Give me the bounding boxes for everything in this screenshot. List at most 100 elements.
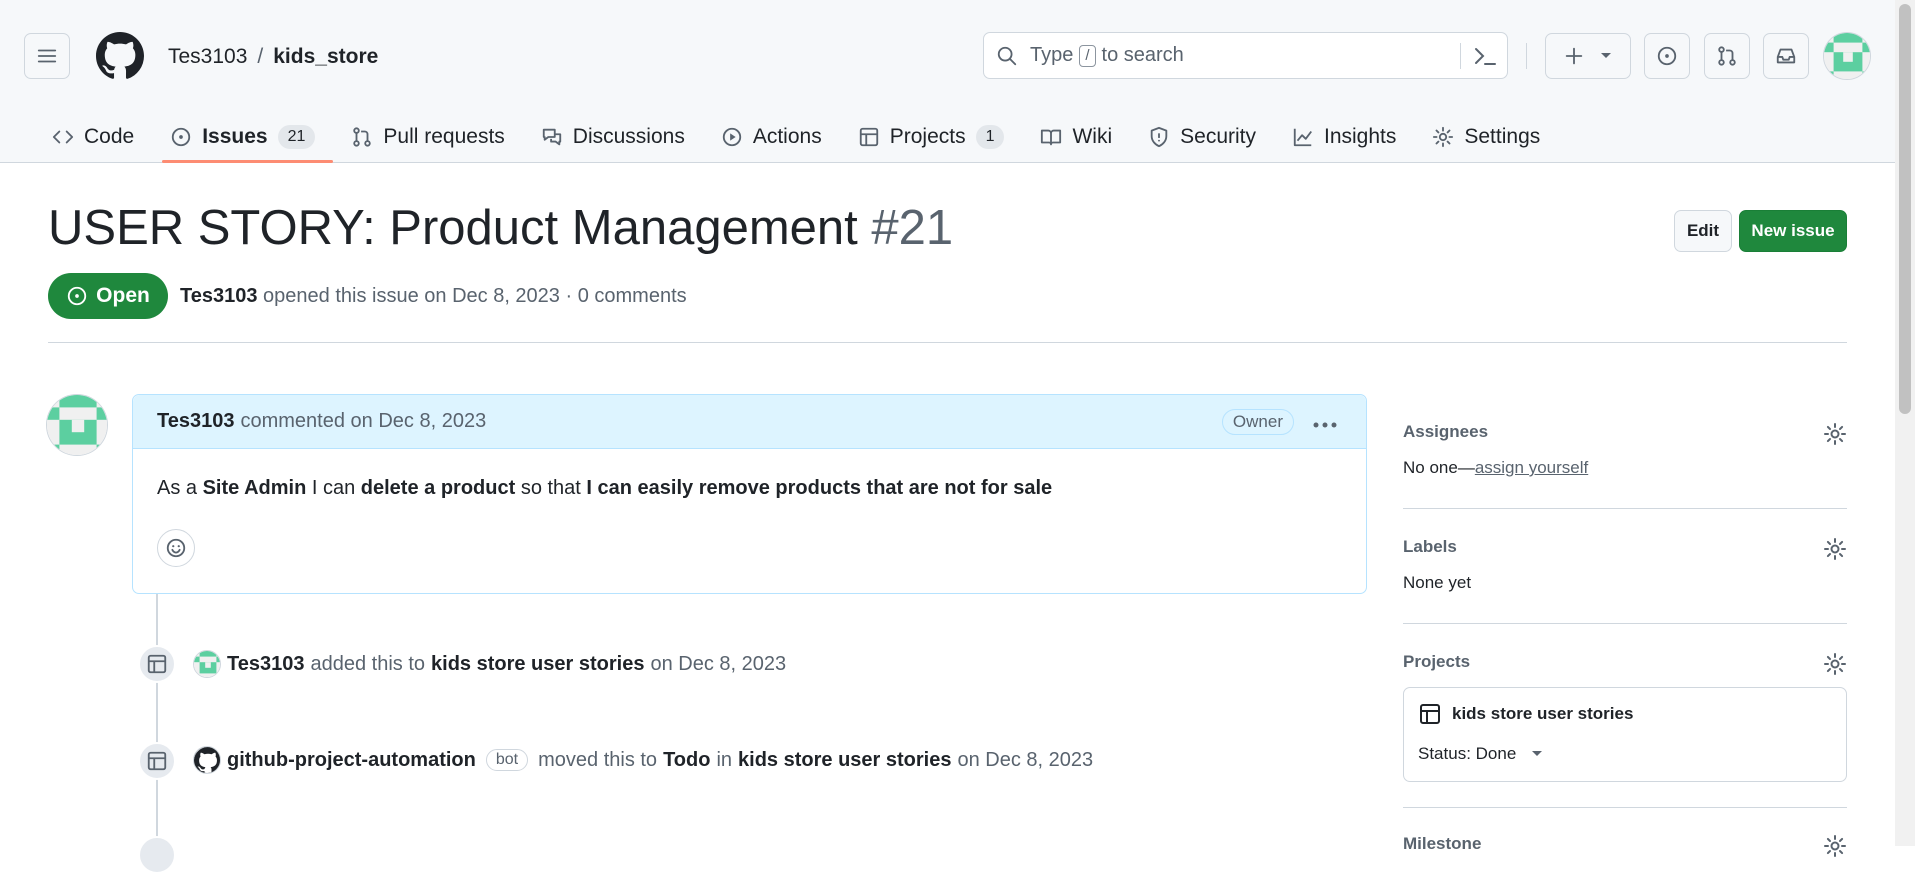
comment-text: so that: [515, 477, 587, 499]
assign-yourself-link[interactable]: assign yourself: [1475, 458, 1588, 477]
header-divider: [1526, 43, 1527, 69]
search-placeholder-prefix: Type: [1030, 44, 1074, 66]
pull-request-icon: [353, 127, 372, 147]
tab-pull-requests[interactable]: Pull requests: [333, 112, 522, 162]
event-date[interactable]: on Dec 8, 2023: [957, 749, 1093, 772]
search-shortcut-key: /: [1079, 44, 1096, 67]
issues-button[interactable]: [1644, 33, 1690, 79]
gear-icon: [1433, 126, 1454, 148]
issue-author-link[interactable]: Tes3103: [180, 285, 257, 307]
github-logo-icon[interactable]: [96, 32, 144, 85]
code-icon: [52, 130, 74, 144]
issue-number: #21: [871, 201, 954, 255]
tab-code[interactable]: Code: [34, 112, 152, 162]
triangle-down-icon: [1532, 751, 1543, 756]
header-divider-line: [48, 342, 1847, 343]
tab-issues[interactable]: Issues 21: [152, 112, 334, 163]
tab-label: Issues: [202, 125, 268, 148]
tab-label: Wiki: [1072, 125, 1113, 148]
tab-label: Code: [84, 125, 135, 148]
user-avatar[interactable]: [1823, 32, 1871, 80]
sidebar-projects: Projects: [1403, 652, 1847, 675]
timeline-event: github-project-automation bot moved this…: [193, 746, 1093, 774]
bot-avatar[interactable]: [193, 746, 221, 774]
scrollbar-thumb[interactable]: [1899, 4, 1911, 414]
assignees-value: No one—assign yourself: [1403, 458, 1847, 478]
tab-security[interactable]: Security: [1130, 112, 1274, 162]
repo-name-link[interactable]: kids_store: [273, 45, 378, 68]
project-link[interactable]: kids store user stories: [738, 749, 951, 772]
project-name[interactable]: kids store user stories: [1418, 702, 1633, 726]
identicon-avatar: [194, 651, 220, 677]
tab-wiki[interactable]: Wiki: [1022, 112, 1130, 162]
comment-body: As a Site Admin I can delete a product s…: [133, 449, 1366, 500]
timeline-line: [156, 594, 158, 846]
kebab-horizontal-icon: [1313, 422, 1337, 428]
tab-label: Projects: [889, 125, 966, 148]
comment-options-button[interactable]: [1312, 409, 1338, 435]
triangle-down-icon: [1601, 53, 1611, 58]
projects-heading: Projects: [1403, 652, 1471, 671]
issue-meta-text: opened this issue on Dec 8, 2023 · 0 com…: [263, 285, 687, 307]
issue-state-badge: Open: [48, 273, 168, 319]
comment-author-avatar[interactable]: [46, 394, 108, 456]
actor-avatar[interactable]: [193, 650, 221, 678]
tab-actions[interactable]: Actions: [703, 112, 840, 162]
discussion-icon: [542, 128, 561, 146]
tab-label: Insights: [1324, 125, 1397, 148]
add-reaction-button[interactable]: [157, 529, 195, 567]
app-header: Tes3103 / kids_store Type / to search Code…: [0, 0, 1895, 163]
create-new-button[interactable]: [1545, 33, 1631, 79]
comment-bold: delete a product: [360, 477, 516, 499]
event-date[interactable]: on Dec 8, 2023: [650, 653, 786, 676]
menu-button[interactable]: [24, 33, 70, 79]
tab-projects[interactable]: Projects 1: [840, 112, 1023, 162]
issue-comment: Tes3103 commented on Dec 8, 2023 Owner A…: [132, 394, 1367, 594]
project-status-value: Status: Done: [1418, 744, 1517, 763]
project-link[interactable]: kids store user stories: [431, 653, 644, 676]
tab-label: Settings: [1464, 125, 1541, 148]
timeline-badge: [138, 836, 176, 874]
tab-label: Security: [1180, 125, 1256, 148]
project-status-dropdown[interactable]: Status: Done: [1418, 744, 1544, 764]
sidebar-labels: Labels None yet: [1403, 537, 1847, 593]
tab-label: Discussions: [572, 125, 685, 148]
column-name: Todo: [663, 748, 711, 771]
tab-settings[interactable]: Settings: [1414, 112, 1558, 162]
comment-bold: I can easily remove products that are no…: [586, 477, 1053, 499]
projects-gear-icon[interactable]: [1823, 652, 1847, 681]
page-scrollbar[interactable]: [1895, 0, 1915, 846]
table-icon: [859, 127, 878, 147]
labels-heading: Labels: [1403, 537, 1457, 556]
tab-insights[interactable]: Insights: [1274, 112, 1414, 162]
inbox-button[interactable]: [1763, 33, 1809, 79]
search-input[interactable]: Type / to search: [983, 32, 1508, 79]
issue-meta: Tes3103 opened this issue on Dec 8, 2023…: [180, 285, 687, 308]
inbox-icon: [1776, 48, 1796, 64]
milestone-gear-icon[interactable]: [1823, 834, 1847, 863]
repo-owner-link[interactable]: Tes3103: [168, 45, 247, 68]
assignees-heading: Assignees: [1403, 422, 1489, 441]
new-issue-button[interactable]: New issue: [1739, 210, 1847, 252]
comment-header: Tes3103 commented on Dec 8, 2023 Owner: [133, 395, 1366, 449]
edit-button[interactable]: Edit: [1674, 210, 1732, 252]
tab-discussions[interactable]: Discussions: [523, 112, 703, 162]
comment-bold: Site Admin: [202, 477, 307, 499]
issues-counter: 21: [277, 125, 316, 149]
tab-label: Actions: [752, 125, 822, 148]
assignees-gear-icon[interactable]: [1823, 422, 1847, 451]
labels-gear-icon[interactable]: [1823, 537, 1847, 566]
sidebar-divider: [1403, 508, 1847, 509]
command-palette-icon[interactable]: [1473, 45, 1497, 73]
comment-text: I can: [306, 477, 361, 499]
pull-requests-button[interactable]: [1704, 33, 1750, 79]
repo-nav-tabs: Code Issues 21 Pull requests Discussions…: [34, 112, 1558, 163]
issue-state-label: Open: [96, 284, 150, 307]
comment-author-link[interactable]: Tes3103: [157, 410, 234, 433]
identicon-avatar: [1824, 33, 1870, 79]
actor-link[interactable]: github-project-automation: [227, 749, 476, 772]
actor-link[interactable]: Tes3103: [227, 653, 304, 676]
timeline-badge: [138, 742, 176, 780]
comment-meta[interactable]: commented on Dec 8, 2023: [240, 410, 486, 433]
owner-badge: Owner: [1221, 409, 1294, 435]
